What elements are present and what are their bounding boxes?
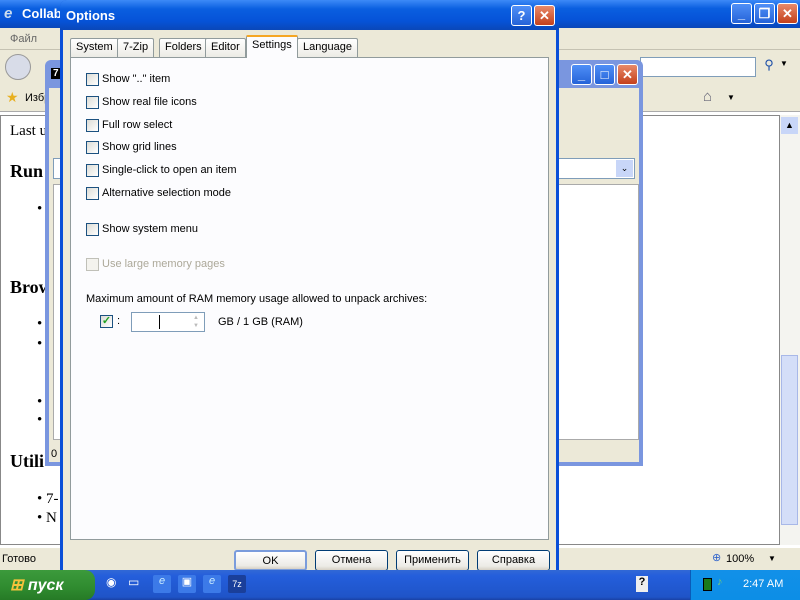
heading-utilities: Utili [10,451,44,471]
apply-button[interactable]: Применить [396,550,469,571]
chevron-down-icon[interactable]: ⌄ [616,160,633,177]
help-dialog-button[interactable]: Справка [477,550,550,571]
vertical-scrollbar[interactable]: ▲ [780,115,800,545]
favorites-button[interactable]: Избранное [25,92,45,104]
ram-limit-checkbox[interactable]: ✓ [100,315,113,328]
zip-maximize-button[interactable]: □ [594,64,615,85]
back-button[interactable] [5,54,31,80]
help-button[interactable]: ? [511,5,532,26]
address-input[interactable] [640,57,756,77]
text-cursor [159,315,160,329]
search-dropdown[interactable]: ▼ [780,59,788,68]
ram-suffix: GB / 1 GB (RAM) [218,316,303,328]
volume-tray-icon[interactable]: ♪ [717,576,723,588]
settings-panel: Show ".." item Show real file icons Full… [70,57,549,540]
tab-7zip[interactable]: 7-Zip [117,38,155,57]
bullet: • [37,336,43,352]
show-desktop-icon[interactable]: ▭ [128,575,146,593]
full-row-select-label[interactable]: Full row select [102,119,172,131]
cancel-button[interactable]: Отмена [315,550,388,571]
computer-taskbar-icon[interactable]: ▣ [178,575,196,593]
scroll-up-button[interactable]: ▲ [781,117,798,134]
start-button[interactable]: ⊞ пуск [0,570,95,600]
menu-file[interactable]: Файл [10,33,37,45]
list-item[interactable]: • 7- [37,491,59,508]
ram-limit-label: Maximum amount of RAM memory usage allow… [86,293,428,305]
zoom-level[interactable]: 100% [726,553,754,565]
star-icon: ★ [6,89,19,105]
zip-close-button[interactable]: ✕ [617,64,638,85]
show-grid-lines-label[interactable]: Show grid lines [102,141,177,153]
dialog-close-button[interactable]: ✕ [534,5,555,26]
tab-editor[interactable]: Editor [205,38,246,57]
heading-run: Run [10,161,44,181]
tab-language[interactable]: Language [297,38,358,57]
search-button[interactable]: ⚲ [760,57,778,77]
list-item-text[interactable]: 7- [46,491,59,507]
zoom-dropdown[interactable]: ▼ [768,554,776,563]
ok-button[interactable]: OK [234,550,307,571]
dialog-title: Options [66,8,116,23]
alt-selection-checkbox[interactable] [86,187,99,200]
tab-settings[interactable]: Settings [246,35,298,58]
ram-limit-input[interactable]: ▲ ▼ [131,312,205,332]
bullet: • [37,412,43,428]
bullet: • [37,316,43,332]
help-tray-icon[interactable]: ? [636,576,648,592]
show-grid-lines-checkbox[interactable] [86,141,99,154]
ram-spinner[interactable]: ▲ ▼ [189,314,203,330]
quicklaunch-icon[interactable]: ◉ [106,575,124,593]
system-tray: ♪ 2:47 AM [690,570,800,600]
home-icon[interactable]: ⌂ [703,88,712,105]
bullet: • [37,394,43,410]
full-row-select-checkbox[interactable] [86,119,99,132]
ie-taskbar-icon-2[interactable]: e [203,575,221,593]
zip-minimize-button[interactable]: _ [571,64,592,85]
ram-colon: : [117,315,121,327]
restore-button[interactable]: ❐ [754,3,775,24]
dialog-titlebar: Options ? ✕ [60,0,559,30]
list-item-text[interactable]: N [46,510,57,526]
show-system-menu-label[interactable]: Show system menu [102,223,198,235]
clock: 2:47 AM [743,578,784,590]
minimize-button[interactable]: _ [731,3,752,24]
content-text: Last u [10,123,48,139]
network-tray-icon[interactable] [703,578,712,591]
tab-folders[interactable]: Folders [159,38,208,57]
close-button[interactable]: ✕ [777,3,798,24]
status-text: Готово [2,553,36,565]
windows-logo-icon: ⊞ [10,577,24,594]
show-real-icons-label[interactable]: Show real file icons [102,96,197,108]
start-label: пуск [27,577,64,594]
large-pages-checkbox [86,258,99,271]
taskbar: ⊞ пуск ◉ ▭ e ▣ e 7z ? ♪ 2:47 AM [0,570,800,600]
tab-system[interactable]: System [70,38,119,57]
home-dropdown[interactable]: ▼ [727,93,735,102]
zip-status: 0 [51,448,58,460]
show-system-menu-checkbox[interactable] [86,223,99,236]
large-pages-label: Use large memory pages [102,258,225,270]
list-item[interactable]: • N [37,510,57,527]
options-dialog: Options ? ✕ System 7-Zip Folders Editor … [60,0,559,572]
bullet: • [37,201,43,217]
7zip-taskbar-icon[interactable]: 7z [228,575,246,593]
zoom-icon: ⊕ [712,552,722,564]
scroll-thumb[interactable] [781,355,798,525]
browser-title: Collab [22,6,62,21]
ie-icon: e [4,5,13,22]
single-click-label[interactable]: Single-click to open an item [102,164,237,176]
alt-selection-label[interactable]: Alternative selection mode [102,187,231,199]
show-real-icons-checkbox[interactable] [86,96,99,109]
show-dotdot-checkbox[interactable] [86,73,99,86]
ie-taskbar-icon[interactable]: e [153,575,171,593]
single-click-checkbox[interactable] [86,164,99,177]
show-dotdot-label[interactable]: Show ".." item [102,73,170,85]
